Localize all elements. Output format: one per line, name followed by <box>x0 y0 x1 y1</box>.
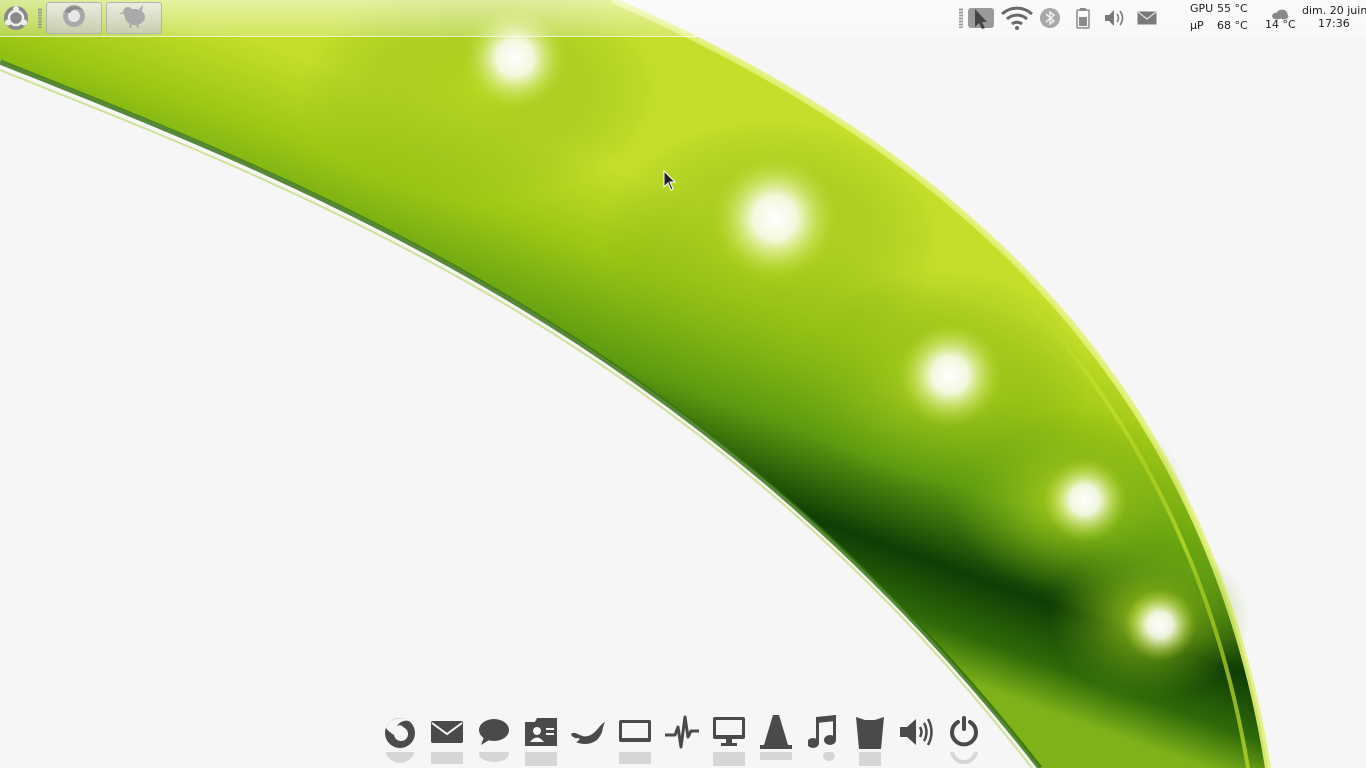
mouse-pointer-icon <box>663 169 677 196</box>
dock-item-bird[interactable] <box>568 710 608 754</box>
battery-icon[interactable] <box>1072 4 1094 32</box>
dock-item-firefox[interactable] <box>380 710 420 754</box>
pea-pod-wallpaper <box>0 0 1271 768</box>
dock-reflection <box>427 752 467 768</box>
system-monitor-icon <box>665 715 699 749</box>
panel-grip[interactable] <box>38 8 42 28</box>
dock-item-volume[interactable] <box>897 710 937 754</box>
clock-time[interactable]: 17:36 <box>1318 17 1350 31</box>
music-note-icon <box>808 715 838 749</box>
chat-icon <box>478 718 510 746</box>
dock-reflection <box>709 752 749 768</box>
trash-icon <box>855 715 885 749</box>
dock-item-display[interactable] <box>709 710 749 754</box>
ubuntu-logo-icon[interactable] <box>0 3 32 33</box>
dock-item-power[interactable] <box>944 710 984 754</box>
dock-item-trash[interactable] <box>850 710 890 754</box>
mail-icon[interactable] <box>1134 4 1160 32</box>
bluetooth-icon[interactable] <box>1038 4 1062 32</box>
dock-item-music[interactable] <box>803 710 843 754</box>
gpu-temp: 55 °C <box>1217 2 1248 15</box>
dock-reflection <box>756 752 796 768</box>
dock-item-system-monitor[interactable] <box>662 710 702 754</box>
clock-date[interactable]: dim. 20 juin <box>1302 4 1366 18</box>
cursor-settings-icon[interactable] <box>966 4 998 32</box>
dock-reflection <box>474 752 514 768</box>
dock-reflection <box>615 752 655 768</box>
task-button-firefox[interactable] <box>46 2 102 34</box>
dock <box>380 706 986 768</box>
firefox-icon <box>61 3 87 33</box>
dock-reflection <box>380 752 420 768</box>
vlc-cone-icon <box>760 715 792 749</box>
contacts-icon <box>525 718 557 746</box>
bird-icon <box>570 718 606 746</box>
cpu-temp: 68 °C <box>1217 19 1248 32</box>
mail-icon <box>431 721 463 743</box>
task-button-pidgin[interactable] <box>106 2 162 34</box>
firefox-icon <box>383 715 417 749</box>
top-panel: GPU 55 °C µP 68 °C 14 °C dim. 20 juin 17… <box>0 0 1366 37</box>
dock-reflection <box>944 752 984 768</box>
gpu-label: GPU <box>1190 2 1214 15</box>
dock-item-chat[interactable] <box>474 710 514 754</box>
desktop[interactable]: GPU 55 °C µP 68 °C 14 °C dim. 20 juin 17… <box>0 0 1366 768</box>
power-icon <box>948 716 980 748</box>
dock-reflection <box>521 752 561 768</box>
tv-icon <box>619 720 651 744</box>
dock-reflection <box>803 752 843 768</box>
dock-reflection <box>850 752 890 768</box>
pidgin-icon <box>119 3 149 33</box>
dock-item-contacts[interactable] <box>521 710 561 754</box>
display-icon <box>713 717 745 747</box>
weather-temp[interactable]: 14 °C <box>1265 18 1296 32</box>
dock-item-mail[interactable] <box>427 710 467 754</box>
dock-item-tv[interactable] <box>615 710 655 754</box>
dock-item-vlc[interactable] <box>756 710 796 754</box>
wifi-icon[interactable] <box>1000 4 1034 32</box>
cpu-label: µP <box>1190 19 1204 32</box>
volume-icon[interactable] <box>1102 4 1126 32</box>
tray-grip[interactable] <box>959 8 963 28</box>
volume-icon <box>900 717 934 747</box>
